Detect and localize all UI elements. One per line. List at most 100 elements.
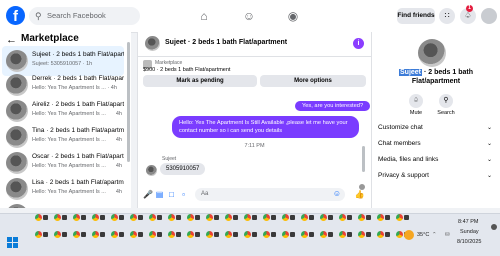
avatar [6, 152, 28, 174]
tray-icons[interactable]: ⛁ [445, 232, 450, 238]
chevron-down-icon: ⌄ [486, 173, 492, 179]
image-icon[interactable]: ▤ [155, 190, 164, 200]
taskbar-app-icon[interactable] [280, 213, 296, 222]
taskbar-app-icon[interactable] [185, 230, 201, 239]
taskbar-app-icon[interactable] [337, 230, 353, 239]
taskbar-app-icon[interactable] [128, 230, 144, 239]
taskbar-app-icon[interactable] [71, 230, 87, 239]
taskbar-app-icon[interactable] [394, 213, 410, 222]
taskbar-app-icon[interactable] [147, 230, 163, 239]
avatar [146, 165, 157, 176]
taskbar-app-icon[interactable] [242, 213, 258, 222]
conversation-time: 4h [115, 189, 122, 195]
taskbar-app-icon[interactable] [128, 213, 144, 222]
taskbar-app-icon[interactable] [356, 230, 372, 239]
taskbar-app-icon[interactable] [71, 213, 87, 222]
mute-button[interactable]: ♤ Mute [405, 94, 427, 116]
taskbar-app-icon[interactable] [185, 213, 201, 222]
avatar[interactable] [145, 36, 160, 51]
friends-icon[interactable]: ☺ [240, 8, 258, 24]
chat-details-panel: Sujeet · 2 beds 1 bath Flat/apartment ♤ … [372, 32, 500, 208]
clock-day[interactable]: Sunday [460, 229, 479, 235]
chat-scrollbar[interactable] [362, 146, 365, 172]
like-thumb-icon[interactable]: 👍 [354, 190, 365, 200]
taskbar-app-icon[interactable] [299, 213, 315, 222]
chat-title[interactable]: Sujeet · 2 beds 1 bath Flat/apartment [165, 39, 287, 46]
section-label: Media, files and links [378, 156, 439, 163]
search-icon: ⚲ [35, 11, 42, 21]
avatar [6, 100, 28, 122]
media-files-links-section[interactable]: Media, files and links ⌄ [378, 154, 494, 166]
notification-center-icon[interactable] [491, 224, 497, 230]
taskbar-app-icon[interactable] [337, 213, 353, 222]
facebook-logo[interactable]: f [6, 6, 25, 25]
chevron-down-icon: ⌄ [486, 125, 492, 131]
taskbar-app-icon[interactable] [375, 213, 391, 222]
sidebar-scrollbar[interactable] [127, 42, 130, 162]
groups-icon[interactable]: ◉ [284, 8, 302, 24]
sticker-icon[interactable]: □ [167, 190, 176, 200]
show-hidden-icons-icon[interactable]: ⌃ [432, 232, 437, 238]
customize-chat-section[interactable]: Customize chat ⌄ [378, 122, 494, 134]
taskbar-app-icon[interactable] [52, 230, 68, 239]
taskbar-app-icon[interactable] [109, 230, 125, 239]
more-options-button[interactable]: More options [260, 75, 366, 87]
section-label: Privacy & support [378, 172, 429, 179]
search-button[interactable]: ⚲ Search [435, 94, 457, 116]
taskbar-app-icon[interactable] [299, 230, 315, 239]
taskbar-app-icon[interactable] [280, 230, 296, 239]
clock-time[interactable]: 8:47 PM [458, 219, 478, 225]
details-name-highlight: Sujeet [399, 69, 423, 76]
taskbar-app-icon[interactable] [52, 213, 68, 222]
taskbar-app-icon[interactable] [109, 213, 125, 222]
taskbar-app-icon[interactable] [223, 230, 239, 239]
privacy-support-section[interactable]: Privacy & support ⌄ [378, 170, 494, 182]
chat-members-section[interactable]: Chat members ⌄ [378, 138, 494, 150]
home-icon[interactable]: ⌂ [195, 8, 213, 24]
taskbar-app-icon[interactable] [166, 230, 182, 239]
listing-price: $900 · 2 beds 1 bath Flat/apartment [143, 67, 231, 73]
back-arrow-icon[interactable]: ← [6, 34, 17, 46]
taskbar-app-icon[interactable] [261, 213, 277, 222]
conversation-preview: Sujeet: 5305910057 · 1h [32, 61, 93, 67]
conversation-name: Derrek · 2 beds 1 bath Flat/apart... [32, 75, 124, 82]
taskbar-app-icon[interactable] [204, 230, 220, 239]
chevron-down-icon: ⌄ [486, 141, 492, 147]
taskbar-app-icon[interactable] [204, 213, 220, 222]
emoji-icon[interactable]: ☺ [333, 189, 341, 198]
taskbar-app-icon[interactable] [33, 213, 49, 222]
taskbar-app-icon[interactable] [33, 230, 49, 239]
section-label: Chat members [378, 140, 421, 147]
weather-temperature[interactable]: 35°C [417, 232, 429, 238]
find-friends-button[interactable]: Find friends [397, 8, 435, 24]
avatar [6, 50, 28, 72]
taskbar-app-icon[interactable] [318, 230, 334, 239]
outgoing-message: Hello: Yes The Apartment Is Still Availa… [172, 116, 359, 138]
weather-icon[interactable] [404, 230, 414, 240]
taskbar-app-icon[interactable] [356, 213, 372, 222]
taskbar-app-icon[interactable] [375, 230, 391, 239]
conversation-item[interactable]: ... [2, 200, 124, 208]
mark-as-pending-button[interactable]: Mark as pending [143, 75, 257, 87]
conversation-name: Oscar · 2 beds 1 bath Flat/apart... [32, 153, 124, 160]
taskbar-app-icon[interactable] [147, 213, 163, 222]
menu-grid-icon[interactable]: ∷ [439, 8, 455, 24]
windows-start-icon[interactable] [7, 237, 18, 248]
search-input[interactable]: ⚲ Search Facebook [29, 7, 140, 25]
taskbar-app-icon[interactable] [166, 213, 182, 222]
profile-avatar[interactable] [481, 8, 497, 24]
clock-date[interactable]: 8/10/2025 [457, 239, 481, 245]
chat-panel: Sujeet · 2 beds 1 bath Flat/apartment i … [137, 32, 372, 208]
microphone-icon[interactable]: 🎤 [143, 190, 153, 200]
info-icon[interactable]: i [353, 38, 364, 49]
taskbar-app-icon[interactable] [90, 230, 106, 239]
taskbar-app-icon[interactable] [223, 213, 239, 222]
taskbar-app-icon[interactable] [318, 213, 334, 222]
details-name-rest: · 2 beds 1 bath Flat/apartment [411, 69, 473, 85]
message-input[interactable]: Aa ☺ [195, 188, 345, 201]
avatar[interactable] [418, 39, 446, 67]
taskbar-app-icon[interactable] [90, 213, 106, 222]
taskbar-app-icon[interactable] [242, 230, 258, 239]
gif-icon[interactable]: ▫ [179, 190, 188, 200]
taskbar-app-icon[interactable] [261, 230, 277, 239]
